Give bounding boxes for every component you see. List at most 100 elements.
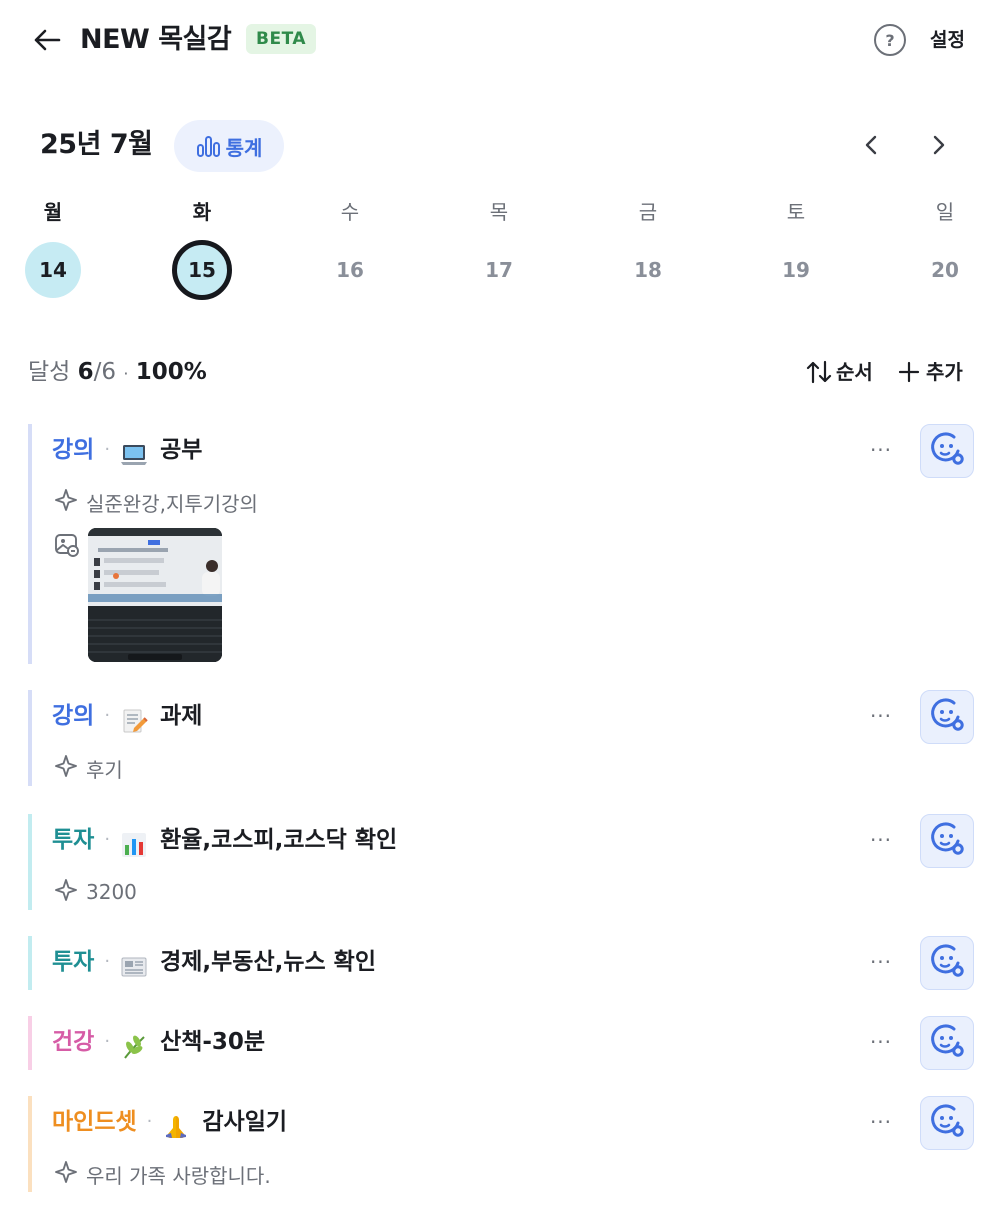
date-number: 16 <box>336 258 364 282</box>
day-of-week-label: 일 <box>935 200 955 224</box>
page-title: NEW 목실감 <box>80 24 232 55</box>
habit-category: 투자 <box>52 827 95 853</box>
day-17[interactable]: 목 17 <box>459 192 539 312</box>
more-options-button[interactable]: ··· <box>866 1026 896 1058</box>
achievement-done-count: 6 <box>77 359 94 385</box>
habit-category: 마인드셋 <box>52 1109 137 1135</box>
habit-category: 투자 <box>52 949 95 975</box>
achievement-label: 달성 <box>28 359 71 385</box>
mood-check-button[interactable] <box>920 424 974 478</box>
smiley-icon <box>927 695 967 739</box>
day-14[interactable]: 월 14 <box>13 192 93 312</box>
date-number: 18 <box>634 258 662 282</box>
more-options-button[interactable]: ··· <box>866 434 896 466</box>
category-separator: · <box>104 829 111 850</box>
more-options-button[interactable]: ··· <box>866 1106 896 1138</box>
bar-chart-icon <box>120 826 148 857</box>
habit-item-title: 강의 · 공부 <box>52 424 202 476</box>
day-of-week-label: 월 <box>43 200 63 224</box>
sparkle-icon <box>54 488 78 517</box>
achievement-summary: 달성 6/6 · 100% <box>28 354 207 392</box>
sparkle-icon <box>54 754 78 783</box>
mood-check-button[interactable] <box>920 936 974 990</box>
smiley-icon <box>927 429 967 473</box>
category-separator: · <box>146 1111 153 1132</box>
add-button[interactable]: 추가 <box>898 356 963 388</box>
smiley-icon <box>927 1101 967 1145</box>
praying-hands-icon <box>162 1108 190 1138</box>
memo-text: 우리 가족 사랑합니다. <box>86 1163 271 1188</box>
summary-dot: · <box>123 364 129 383</box>
day-20[interactable]: 일 20 <box>905 192 985 312</box>
memo-text: 후기 <box>86 757 123 782</box>
more-options-button[interactable]: ··· <box>866 700 896 732</box>
habit-item-title: 투자 · 경제,부동산,뉴스 확인 <box>52 936 376 988</box>
memo-text: 실준완강,지투기강의 <box>86 491 258 516</box>
back-button[interactable] <box>30 24 64 56</box>
habit-name: 감사일기 <box>202 1109 288 1135</box>
day-of-week-label: 화 <box>192 200 212 224</box>
day-18[interactable]: 금 18 <box>608 192 688 312</box>
habit-item-title: 강의 · 과제 <box>52 690 202 742</box>
more-options-button[interactable]: ··· <box>866 946 896 978</box>
day-of-week-label: 토 <box>786 200 806 224</box>
habit-name: 산책-30분 <box>160 1029 266 1055</box>
arrow-left-icon <box>34 29 61 51</box>
mood-check-button[interactable] <box>920 1016 974 1070</box>
date-number: 20 <box>931 258 959 282</box>
prev-week-button[interactable] <box>856 130 886 160</box>
sort-arrows-icon <box>806 360 832 384</box>
habit-memo: 후기 <box>54 752 123 784</box>
memo-icon <box>120 702 148 733</box>
plus-icon <box>898 361 920 383</box>
week-strip: 월 14 화 15 수 16 목 17 금 18 토 19 일 20 <box>0 192 990 312</box>
sort-button[interactable]: 순서 <box>806 356 873 388</box>
habit-category: 강의 <box>52 437 95 463</box>
month-label: 25년 7월 <box>40 129 153 160</box>
day-of-week-label: 목 <box>489 200 509 224</box>
mood-check-button[interactable] <box>920 690 974 744</box>
help-button[interactable]: ? <box>874 24 906 56</box>
habit-name: 환율,코스피,코스닥 확인 <box>160 827 398 853</box>
day-16[interactable]: 수 16 <box>310 192 390 312</box>
habit-item[interactable]: 마인드셋 · 감사일기 ··· 우리 가족 사랑합니다. <box>28 1096 974 1192</box>
add-label: 추가 <box>926 360 963 384</box>
today-date: 15 <box>172 240 232 300</box>
next-week-button[interactable] <box>924 130 954 160</box>
habit-name: 경제,부동산,뉴스 확인 <box>160 949 376 975</box>
day-of-week-label: 수 <box>340 200 360 224</box>
habit-item[interactable]: 투자 · 환율,코스피,코스닥 확인 ··· 3200 <box>28 814 974 910</box>
smiley-icon <box>927 941 967 985</box>
habit-category: 건강 <box>52 1029 95 1055</box>
date-number: 19 <box>782 258 810 282</box>
mood-check-button[interactable] <box>920 1096 974 1150</box>
habit-item[interactable]: 건강 · 산책-30분 ··· <box>28 1016 974 1070</box>
habit-memo: 우리 가족 사랑합니다. <box>54 1158 271 1190</box>
day-19[interactable]: 토 19 <box>756 192 836 312</box>
category-separator: · <box>104 705 111 726</box>
habit-name: 과제 <box>160 703 203 729</box>
sparkle-icon <box>54 878 78 907</box>
photo-thumbnail[interactable] <box>88 528 222 662</box>
question-icon: ? <box>885 30 895 50</box>
habit-item-title: 마인드셋 · 감사일기 <box>52 1096 287 1148</box>
date-number: 17 <box>485 258 513 282</box>
mood-check-button[interactable] <box>920 814 974 868</box>
habit-memo: 3200 <box>54 876 137 908</box>
habit-name: 공부 <box>160 437 203 463</box>
sparkle-icon <box>54 1160 78 1189</box>
photo-edit-icon[interactable] <box>54 532 80 558</box>
achievement-total: /6 <box>93 359 117 385</box>
habit-item-title: 건강 · 산책-30분 <box>52 1016 265 1068</box>
sort-label: 순서 <box>836 360 873 384</box>
habit-item[interactable]: 강의 · 공부 ··· 실준완강,지투기강의 <box>28 424 974 664</box>
stats-button[interactable]: 통계 <box>174 120 284 172</box>
day-15[interactable]: 화 15 <box>162 192 242 312</box>
achievement-percent: 100% <box>135 359 207 385</box>
category-separator: · <box>104 1031 111 1052</box>
habit-item[interactable]: 투자 · 경제,부동산,뉴스 확인 ··· <box>28 936 974 990</box>
settings-button[interactable]: 설정 <box>930 24 965 56</box>
more-options-button[interactable]: ··· <box>866 824 896 856</box>
top-bar: NEW 목실감 BETA ? 설정 <box>0 0 990 80</box>
habit-item[interactable]: 강의 · 과제 ··· 후기 <box>28 690 974 786</box>
